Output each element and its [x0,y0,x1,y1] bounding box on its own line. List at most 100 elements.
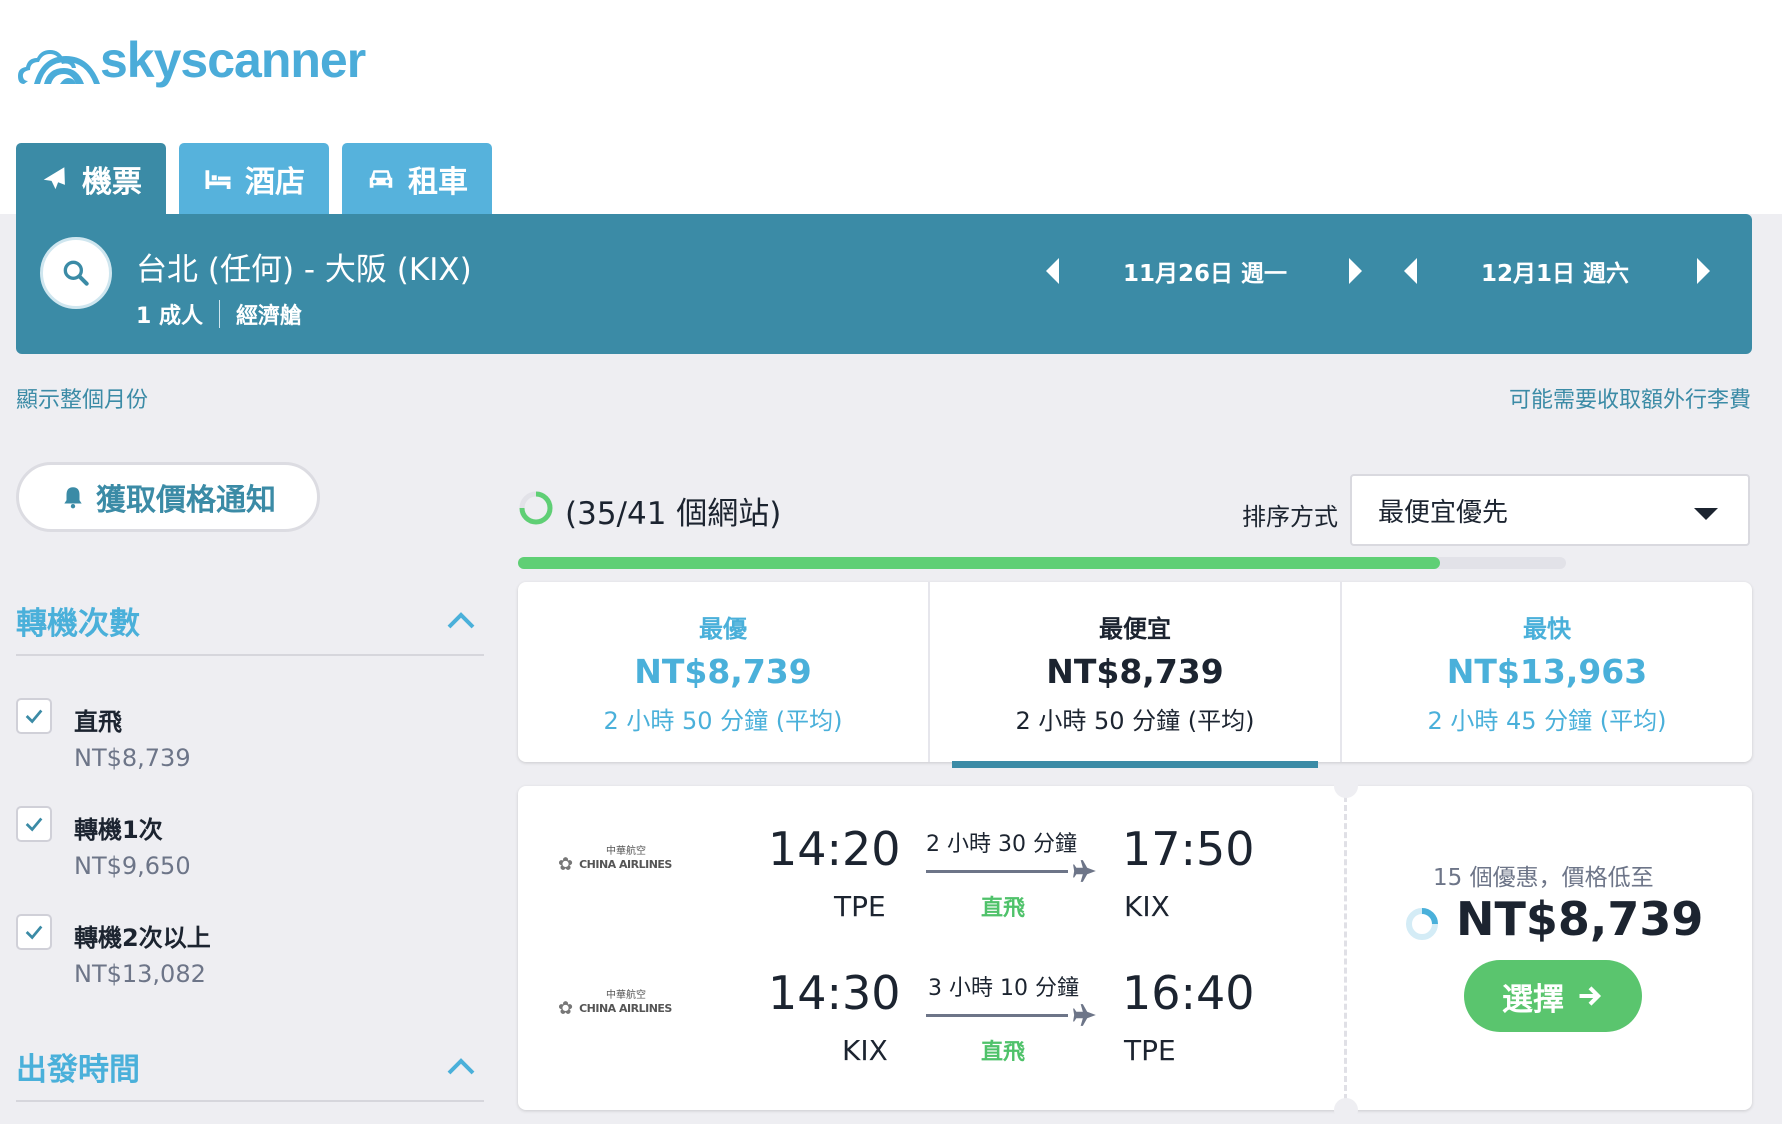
tab-flights[interactable]: 機票 [16,143,166,214]
result-price: NT$8,739 [1456,892,1704,946]
depart-prev-date-icon[interactable] [1046,258,1059,284]
plane-icon [1073,1004,1096,1026]
airline-name: CHINA AIRLINES [579,857,672,871]
ticket-notch [1334,1098,1358,1122]
depart-next-date-icon[interactable] [1349,258,1363,284]
inbound-arrive-code: TPE [1124,1034,1176,1067]
search-icon [63,260,89,286]
brand-name: skyscanner [100,32,366,88]
price-alert-label: 獲取價格通知 [96,483,276,518]
direct-price: NT$8,739 [74,744,191,772]
dropdown-arrow-icon [1694,508,1718,520]
depart-time-filter-title[interactable]: 出發時間 [16,1044,140,1089]
ticket-divider [1344,796,1347,1100]
select-label: 選擇 [1502,981,1564,1018]
airline-logo: ✿ 中華航空 CHINA AIRLINES [558,844,678,884]
one-stop-price: NT$9,650 [74,852,191,880]
tab-best-duration: 2 小時 50 分鐘 (平均) [603,706,843,735]
airline-flower-icon: ✿ [558,997,574,1019]
loading-spinner-icon [1406,908,1438,940]
return-prev-date-icon[interactable] [1404,258,1417,284]
check-icon [25,925,43,940]
tab-cheapest-duration: 2 小時 50 分鐘 (平均) [1015,706,1255,735]
check-icon [25,817,43,832]
two-plus-stops-label: 轉機2次以上 [74,924,211,952]
baggage-fee-link[interactable]: 可能需要收取額外行李費 [1509,382,1751,414]
tab-hotels-label: 酒店 [245,164,305,200]
active-tab-indicator [952,761,1318,768]
outbound-depart-time: 14:20 [768,822,901,876]
airline-logo: ✿ 中華航空 CHINA AIRLINES [558,988,678,1028]
two-plus-stops-price: NT$13,082 [74,960,206,988]
price-alert-button[interactable]: 獲取價格通知 [16,462,320,532]
sort-select[interactable]: 最便宜優先 [1350,474,1750,546]
divider [16,1100,484,1102]
outbound-duration: 2 小時 30 分鐘 [926,832,1077,857]
one-stop-label: 轉機1次 [74,816,163,844]
tab-fastest-duration: 2 小時 45 分鐘 (平均) [1427,706,1667,735]
tab-best[interactable]: 最優 NT$8,739 2 小時 50 分鐘 (平均) [518,582,928,762]
return-date-picker: 12月1日 週六 [1404,254,1711,288]
tab-flights-label: 機票 [82,164,142,200]
deals-count: 15 個優惠，價格低至 [1433,865,1654,891]
two-plus-stops-checkbox[interactable] [16,914,52,950]
flight-result-card[interactable]: ✿ 中華航空 CHINA AIRLINES 14:20 TPE 2 小時 30 … [518,774,1752,1122]
tab-cars-label: 租車 [408,164,468,200]
inbound-arrive-time: 16:40 [1122,966,1255,1020]
cabin-class: 經濟艙 [235,304,302,329]
tab-fastest-price: NT$13,963 [1446,651,1648,691]
divider [16,654,484,656]
direct-checkbox[interactable] [16,698,52,734]
arrow-right-icon [1579,986,1602,1006]
inbound-stops: 直飛 [981,1040,1026,1065]
outbound-stops: 直飛 [981,896,1026,921]
one-stop-checkbox[interactable] [16,806,52,842]
show-whole-month-link[interactable]: 顯示整個月份 [16,382,148,414]
chevron-up-icon[interactable] [446,1056,476,1076]
inbound-depart-code: KIX [842,1034,888,1067]
tab-fastest-title: 最快 [1523,614,1571,643]
tab-cars[interactable]: 租車 [342,143,492,214]
outbound-arrive-time: 17:50 [1122,822,1255,876]
tab-cheapest[interactable]: 最便宜 NT$8,739 2 小時 50 分鐘 (平均) [928,582,1340,768]
stops-filter-title[interactable]: 轉機次數 [16,598,140,643]
loading-spinner-icon [519,491,553,525]
return-date[interactable]: 12月1日 週六 [1481,254,1629,288]
chevron-up-icon[interactable] [446,610,476,630]
airline-name: CHINA AIRLINES [579,1001,672,1015]
sort-selected-value: 最便宜優先 [1378,497,1509,528]
tab-cheapest-title: 最便宜 [1099,614,1171,643]
passenger-count: 1 成人 [136,304,203,329]
tab-fastest[interactable]: 最快 NT$13,963 2 小時 45 分鐘 (平均) [1340,582,1752,762]
tab-hotels[interactable]: 酒店 [179,143,329,214]
separator [218,300,220,328]
loading-progress-bar [518,557,1440,569]
route-summary[interactable]: 台北 (任何) - 大阪 (KIX) [136,244,472,289]
car-icon [369,169,393,188]
ticket-notch [1334,774,1358,798]
cloud-icon [18,50,100,84]
tab-best-title: 最優 [699,614,747,643]
passenger-cabin-summary[interactable]: 1 成人 經濟艙 [136,298,302,330]
select-button[interactable]: 選擇 [1464,960,1642,1032]
direct-label: 直飛 [74,708,122,736]
sort-label: 排序方式 [1242,503,1338,531]
depart-date-picker: 11月26日 週一 [1046,254,1363,288]
airline-native-name: 中華航空 [606,990,646,1001]
product-tabs: 機票 酒店 租車 [16,143,492,214]
outbound-flight-line [926,870,1068,873]
return-next-date-icon[interactable] [1697,258,1711,284]
plane-icon [43,166,65,189]
outbound-arrive-code: KIX [1124,890,1170,923]
outbound-depart-code: TPE [834,890,886,923]
skyscanner-logo[interactable]: skyscanner [14,30,366,96]
airline-native-name: 中華航空 [606,846,646,857]
plane-icon [1073,860,1096,882]
site-count: (35/41 個網站) [565,496,782,532]
sort-tabs: 最優 NT$8,739 2 小時 50 分鐘 (平均) 最便宜 NT$8,739… [518,582,1752,768]
tab-cheapest-price: NT$8,739 [1046,651,1224,691]
airline-flower-icon: ✿ [558,853,574,875]
check-icon [25,709,43,724]
depart-date[interactable]: 11月26日 週一 [1123,254,1287,288]
search-button[interactable] [40,237,112,309]
